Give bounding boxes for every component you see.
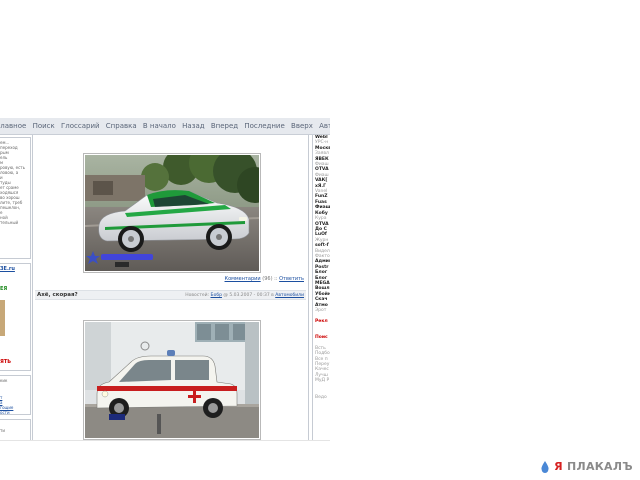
watermark-brand: ПЛАКАЛЪ (567, 460, 633, 473)
sidebar-banner-label[interactable]: ЕЯ (0, 287, 29, 292)
nav-item-forward[interactable]: Вперед (211, 118, 238, 134)
main-content-column: Комментарии (96) :: Ответить Ахё, скорая… (32, 135, 309, 440)
sidebar-link[interactable]: ости (0, 410, 29, 414)
right-sidebar-link[interactable]: Вошл (315, 286, 330, 291)
watermark-prefix: Я (554, 460, 563, 473)
meta-separator: :: (274, 276, 278, 282)
nav-item-latest[interactable]: Последние (244, 118, 284, 134)
watermark-logo-text: Я ПЛАКАЛЪ (554, 460, 633, 473)
sidebar-text-line: ти (0, 428, 5, 433)
sidebar-text-line: кик (0, 378, 8, 383)
post-author-label: Новостей: (185, 293, 210, 298)
water-drop-icon (541, 460, 549, 473)
right-sidebar-link[interactable]: Заявл (315, 151, 330, 156)
sidebar-banner-link[interactable]: ЗЕ.ru (0, 267, 29, 272)
right-sidebar-link[interactable]: Поис (315, 335, 330, 340)
reply-link[interactable]: Ответить (279, 276, 304, 282)
comments-link[interactable]: Комментарии (225, 276, 261, 282)
nav-item-glossary[interactable]: Глоссарий (61, 118, 100, 134)
post-meta: Новостей: Бобр @ 5.03.2007 - 00:37 в Авт… (185, 293, 304, 298)
yaplakal-watermark: Я ПЛАКАЛЪ (541, 456, 633, 473)
nav-item-up[interactable]: Вверх (291, 118, 313, 134)
ambulance-photo-image (85, 322, 259, 438)
left-sidebar: ем... переход рым ель м ровую, есть лово… (0, 135, 32, 440)
post-date: @ 5.03.2007 - 00:37 (223, 293, 270, 298)
right-sidebar: Webl УРС-н Москв Заявл ЯВЕК Фиаш OTVA Фиаш VAК[x… (312, 135, 330, 440)
post-category-prefix: в (271, 293, 274, 298)
left-sidebar-box-links: кик т а гощие ости (0, 375, 31, 415)
post-photo-ambulance-car[interactable] (83, 320, 261, 440)
car-photo-image (85, 155, 259, 271)
nav-item-home[interactable]: Главное (0, 118, 26, 134)
right-sidebar-link[interactable]: Рекл (315, 319, 330, 324)
left-sidebar-box-banners: ЗЕ.ru ЕЯ ЯТЬ (0, 263, 31, 371)
right-sidebar-link[interactable]: Ведо (315, 395, 330, 400)
sidebar-banner-label[interactable]: ЯТЬ (0, 360, 11, 365)
right-sidebar-link[interactable]: Фиаш (315, 205, 330, 210)
nav-item-copyright[interactable]: Авторское право (319, 118, 330, 134)
nav-item-help[interactable]: Справка (106, 118, 137, 134)
page-bottom-divider (0, 440, 330, 441)
post-comments-meta: Комментарии (96) :: Ответить (225, 276, 304, 282)
right-sidebar-link[interactable]: Подбо (315, 351, 330, 356)
right-sidebar-link[interactable]: МуД Р (315, 378, 330, 383)
top-navigation-bar: Главное Поиск Глоссарий Справка В начало… (0, 118, 330, 135)
post-header: Ахё, скорая? Новостей: Бобр @ 5.03.2007 … (35, 290, 306, 300)
left-sidebar-box-bottom: ти (0, 419, 31, 440)
right-sidebar-link[interactable]: Админ (315, 259, 330, 264)
sidebar-text-line: тельный (0, 220, 19, 225)
post-title[interactable]: Ахё, скорая? (37, 292, 78, 298)
right-sidebar-link[interactable]: soft-f (315, 243, 330, 248)
comments-count: (96) (262, 276, 273, 282)
post-author-link[interactable]: Бобр (210, 293, 221, 298)
post-photo-tuned-car[interactable] (83, 153, 261, 273)
nav-item-back[interactable]: Назад (182, 118, 204, 134)
post-category-link[interactable]: Автомобили (275, 293, 304, 298)
browser-viewport: Главное Поиск Глоссарий Справка В начало… (0, 118, 330, 440)
nav-item-search[interactable]: Поиск (33, 118, 55, 134)
sidebar-banner-image[interactable] (0, 300, 5, 336)
left-sidebar-box-text: ем... переход рым ель м ровую, есть лово… (0, 137, 31, 259)
nav-item-to-start[interactable]: В начало (143, 118, 176, 134)
